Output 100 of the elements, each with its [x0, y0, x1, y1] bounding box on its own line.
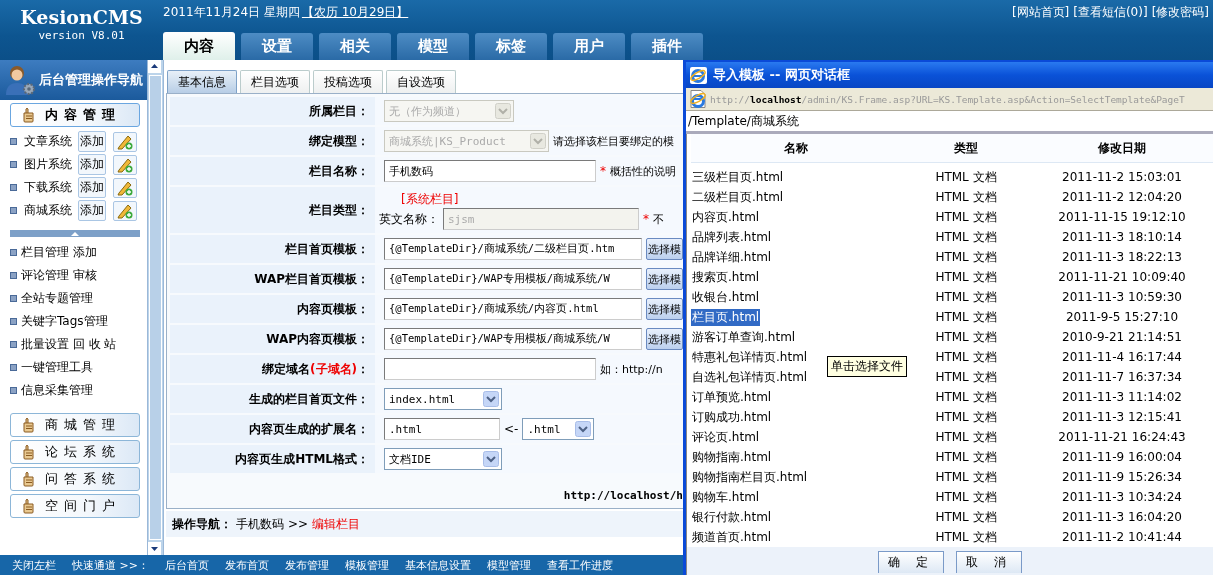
- file-name[interactable]: 三级栏目页.html: [691, 168, 785, 186]
- group-header-button[interactable]: 论坛系统: [10, 440, 140, 464]
- file-name[interactable]: 自选礼包详情页.html: [691, 368, 809, 386]
- group-header-button[interactable]: 空间门户: [10, 494, 140, 518]
- file-date: 2010-9-21 21:14:51: [1061, 330, 1183, 344]
- quick-link[interactable]: 发布首页: [224, 557, 269, 573]
- text-field[interactable]: 手机数码: [384, 160, 596, 182]
- text-field[interactable]: {@TemplateDir}/商城系统/二级栏目页.htm: [384, 238, 642, 260]
- sidebar-link[interactable]: 栏目管理 添加: [21, 244, 97, 261]
- system-link[interactable]: 图片系统: [24, 156, 72, 173]
- pencil-add-icon: [117, 179, 133, 196]
- group-header-button[interactable]: 内容管理: [10, 103, 140, 127]
- file-name[interactable]: 评论页.html: [691, 428, 761, 446]
- text-field[interactable]: .html: [384, 418, 500, 440]
- nav-tab[interactable]: 用户: [553, 33, 625, 60]
- sidebar-link[interactable]: 评论管理 审核: [21, 267, 97, 284]
- quick-link[interactable]: 模板管理: [344, 557, 389, 573]
- text-field[interactable]: {@TemplateDir}/商城系统/内容页.html: [384, 298, 642, 320]
- file-name[interactable]: 游客订单查询.html: [691, 328, 797, 346]
- select-field[interactable]: .html: [522, 418, 595, 440]
- file-name[interactable]: 二级栏目页.html: [691, 188, 785, 206]
- file-name[interactable]: 品牌列表.html: [691, 228, 773, 246]
- file-date: 2011-11-3 18:10:14: [1061, 230, 1183, 244]
- nav-tab[interactable]: 内容: [163, 32, 235, 60]
- quick-link[interactable]: 基本信息设置: [404, 557, 471, 573]
- group-header-button[interactable]: 商城管理: [10, 413, 140, 437]
- file-name[interactable]: 收银台.html: [691, 288, 761, 306]
- dialog-button[interactable]: 确 定: [878, 551, 944, 573]
- edit-add-button[interactable]: [113, 131, 137, 152]
- dialog-button[interactable]: 取 消: [956, 551, 1022, 573]
- file-type: HTML 文档: [934, 188, 998, 206]
- up-arrow-icon: [70, 230, 80, 237]
- breadcrumb-link[interactable]: 手机数码: [236, 515, 284, 533]
- edit-add-button[interactable]: [113, 200, 137, 221]
- field-hint: 不: [653, 211, 664, 227]
- form-tab[interactable]: 投稿选项: [313, 70, 383, 93]
- nav-tab[interactable]: 相关: [319, 33, 391, 60]
- file-type: HTML 文档: [934, 228, 998, 246]
- text-field[interactable]: {@TemplateDir}/WAP专用模板/商城系统/W: [384, 328, 642, 350]
- edit-add-button[interactable]: [113, 177, 137, 198]
- select-template-button[interactable]: 选择模: [646, 298, 683, 320]
- sidebar-link[interactable]: 信息采集管理: [21, 382, 93, 399]
- field-label: 绑定域名(子域名)：: [262, 360, 369, 378]
- file-date: 2011-11-21 16:24:43: [1057, 430, 1187, 444]
- nav-tab[interactable]: 设置: [241, 33, 313, 60]
- group-header-button[interactable]: 问答系统: [10, 467, 140, 491]
- nav-tab[interactable]: 标签: [475, 33, 547, 60]
- text-field[interactable]: [384, 358, 596, 380]
- hand-icon: [21, 498, 35, 514]
- file-name[interactable]: 频道首页.html: [691, 528, 773, 546]
- system-link[interactable]: 下载系统: [24, 179, 72, 196]
- select-template-button[interactable]: 选择模: [646, 238, 683, 260]
- header-link[interactable]: [网站首页]: [1011, 3, 1070, 21]
- system-link[interactable]: 文章系统: [24, 133, 72, 150]
- select-template-button[interactable]: 选择模: [646, 268, 683, 290]
- file-name[interactable]: 购物车.html: [691, 488, 761, 506]
- file-name[interactable]: 特惠礼包详情页.html: [691, 348, 809, 366]
- add-button[interactable]: 添加: [78, 177, 106, 198]
- form-tab[interactable]: 栏目选项: [240, 70, 310, 93]
- sidebar-link[interactable]: 一键管理工具: [21, 359, 93, 376]
- edit-add-button[interactable]: [113, 154, 137, 175]
- lunar-date-link[interactable]: 【农历 10月29日】: [301, 3, 409, 21]
- file-name[interactable]: 银行付款.html: [691, 508, 773, 526]
- form-tab[interactable]: 自设选项: [386, 70, 456, 93]
- quick-link[interactable]: 查看工作进度: [546, 557, 613, 573]
- sidebar-link[interactable]: 全站专题管理: [21, 290, 93, 307]
- header-link[interactable]: [查看短信(0)]: [1073, 3, 1148, 21]
- file-type: HTML 文档: [934, 328, 998, 346]
- nav-tab[interactable]: 插件: [631, 33, 703, 60]
- quick-link[interactable]: 发布管理: [284, 557, 329, 573]
- select-template-button[interactable]: 选择模: [646, 328, 683, 350]
- quick-link[interactable]: 后台首页: [164, 557, 209, 573]
- header-link[interactable]: [修改密码]: [1151, 3, 1209, 21]
- file-name[interactable]: 内容页.html: [691, 208, 761, 226]
- form-tab[interactable]: 基本信息: [167, 70, 237, 93]
- file-name[interactable]: 购物指南栏目页.html: [691, 468, 809, 486]
- quick-link[interactable]: 快速通道 >>：: [72, 557, 149, 573]
- file-name[interactable]: 购物指南.html: [691, 448, 773, 466]
- file-name[interactable]: 订购成功.html: [691, 408, 773, 426]
- path-text: /Template/商城系统: [686, 111, 1213, 134]
- user-gear-icon: [3, 63, 37, 97]
- file-name[interactable]: 栏目页.html: [691, 308, 761, 326]
- quick-link[interactable]: 模型管理: [486, 557, 531, 573]
- scroll-up-icon[interactable]: [148, 60, 161, 73]
- pencil-add-icon: [117, 202, 133, 219]
- add-button[interactable]: 添加: [78, 154, 106, 175]
- file-name[interactable]: 品牌详细.html: [691, 248, 773, 266]
- nav-tab[interactable]: 模型: [397, 33, 469, 60]
- add-button[interactable]: 添加: [78, 131, 106, 152]
- system-link[interactable]: 商城系统: [24, 202, 72, 219]
- select-field[interactable]: index.html: [384, 388, 502, 410]
- sidebar-link[interactable]: 关键字Tags管理: [21, 313, 108, 330]
- add-button[interactable]: 添加: [78, 200, 106, 221]
- scroll-down-icon[interactable]: [148, 542, 161, 555]
- text-field[interactable]: {@TemplateDir}/WAP专用模板/商城系统/W: [384, 268, 642, 290]
- select-field[interactable]: 文档IDE: [384, 448, 502, 470]
- file-name[interactable]: 搜索页.html: [691, 268, 761, 286]
- quick-link[interactable]: 关闭左栏: [12, 557, 56, 573]
- sidebar-link[interactable]: 批量设置 回 收 站: [21, 336, 117, 353]
- file-name[interactable]: 订单预览.html: [691, 388, 773, 406]
